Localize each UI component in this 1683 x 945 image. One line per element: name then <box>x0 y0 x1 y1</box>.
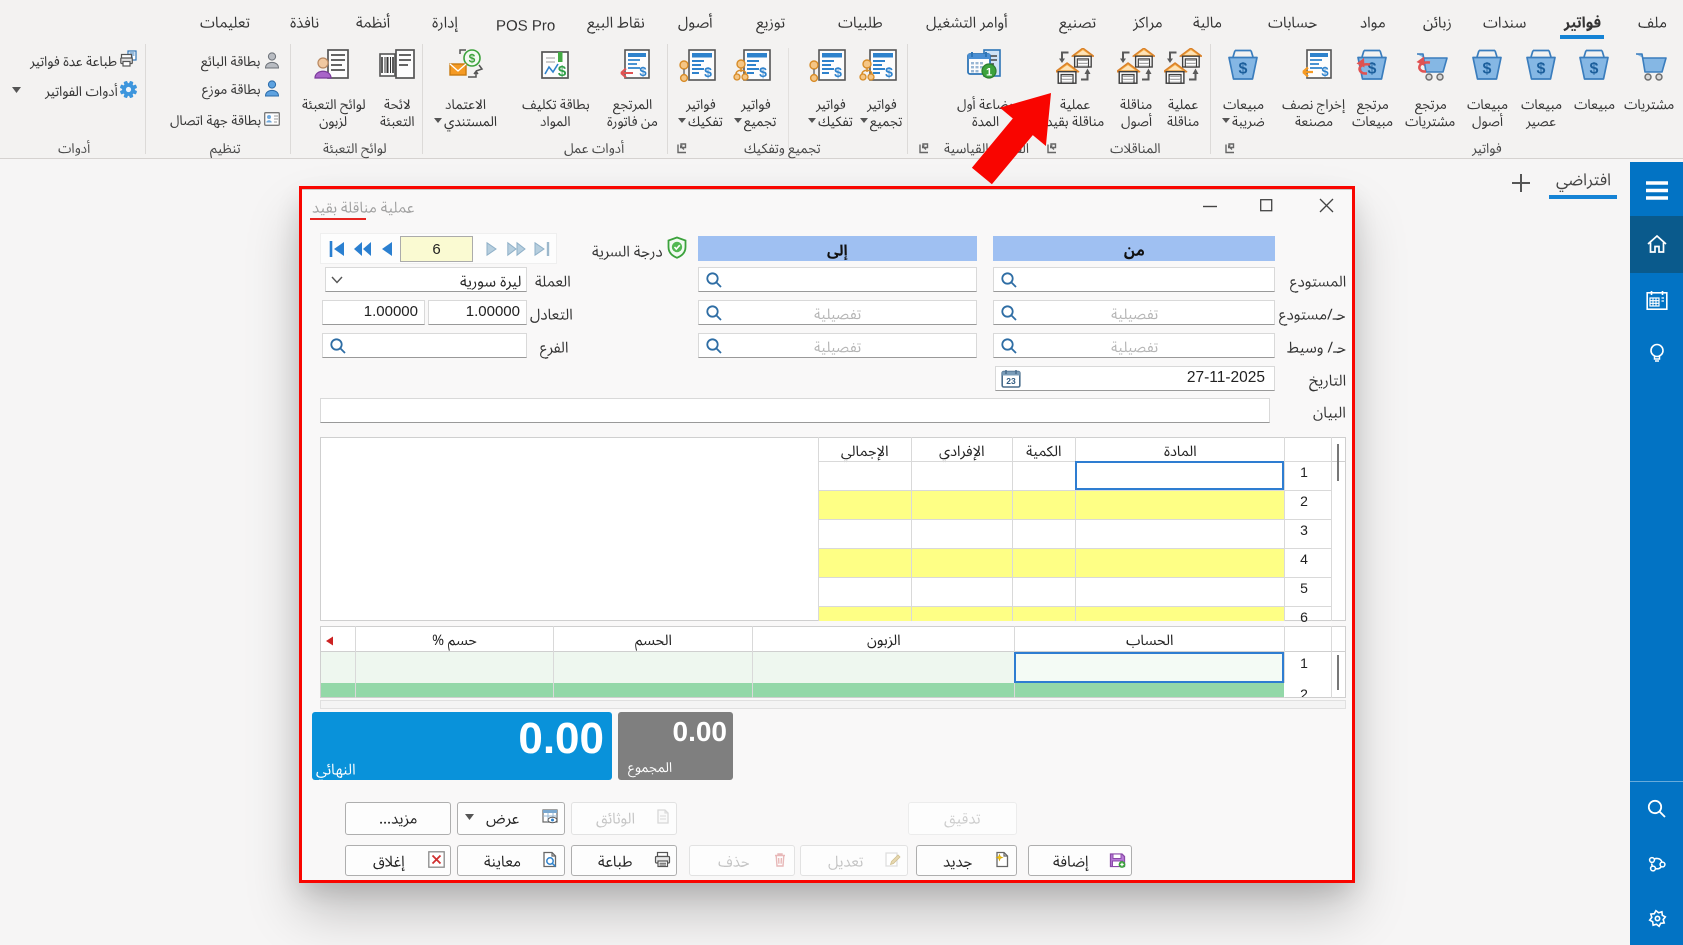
svg-text:$: $ <box>1239 61 1248 78</box>
svg-text:$: $ <box>1590 61 1599 78</box>
svg-text:$: $ <box>1368 61 1377 78</box>
svg-text:$: $ <box>1537 61 1546 78</box>
svg-text:$: $ <box>1321 64 1329 79</box>
svg-text:$: $ <box>1483 61 1492 78</box>
